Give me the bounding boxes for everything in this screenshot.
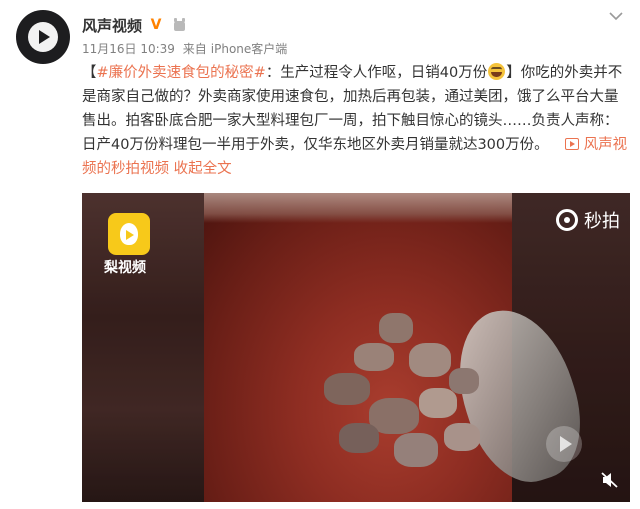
post-meta: 11月16日 10:39 来自 iPhone客户端 xyxy=(82,40,291,57)
post-text: 【#廉价外卖速食包的秘密#：生产过程令人作呕，日销40万份 】你吃的外卖并不是商家… xyxy=(82,61,630,181)
verified-icon[interactable]: V xyxy=(148,17,165,33)
source-prefix: 来自 xyxy=(182,42,207,56)
chevron-down-icon[interactable] xyxy=(606,6,626,26)
emoji-icon xyxy=(488,63,506,80)
member-icon[interactable] xyxy=(172,17,187,33)
hashtag-link[interactable]: #廉价外卖速食包的秘密# xyxy=(97,65,266,81)
miaopai-label: 秒拍 xyxy=(584,211,620,232)
video-link-icon xyxy=(564,138,579,150)
collapse-button[interactable]: 收起全文 xyxy=(174,161,232,177)
open-bracket: 【 xyxy=(82,65,97,81)
pear-video-watermark: 梨视频 xyxy=(104,260,146,276)
miaopai-watermark: 秒拍 xyxy=(556,207,620,233)
video-frame xyxy=(204,193,599,502)
video-player[interactable]: 梨视频 秒拍 xyxy=(82,193,630,502)
username[interactable]: 风声视频 xyxy=(82,15,142,36)
headline: ：生产过程令人作呕，日销40万份 xyxy=(265,65,488,81)
post-source[interactable]: iPhone客户端 xyxy=(211,42,288,56)
post-time[interactable]: 11月16日 10:39 xyxy=(82,42,175,56)
avatar-play-icon xyxy=(28,22,58,52)
play-icon[interactable] xyxy=(546,426,582,462)
mute-icon[interactable] xyxy=(600,470,620,490)
pear-video-logo-icon xyxy=(108,213,150,255)
miaopai-logo-icon xyxy=(556,209,578,231)
author-row: 风声视频 V xyxy=(82,14,187,36)
close-bracket: 】 xyxy=(506,65,521,81)
avatar[interactable] xyxy=(16,10,70,64)
